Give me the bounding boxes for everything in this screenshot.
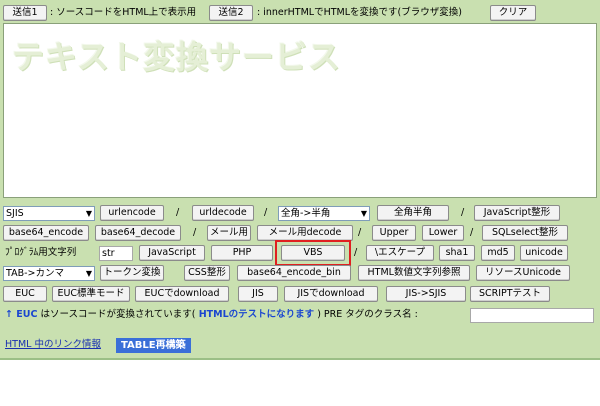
send1-description: : ソースコードをHTML上で表示用 [50,7,197,18]
status-text: はソースコードが変換されています( [37,309,196,320]
jis-to-sjis-button[interactable]: JIS->SJIS [386,286,466,302]
jis-download-button[interactable]: JISでdownload [284,286,378,302]
javascript-button[interactable]: JavaScript [139,245,205,261]
escape-button[interactable]: \エスケープ [366,245,434,261]
zenkaku-hankaku-button[interactable]: 全角半角 [377,205,449,221]
clear-button[interactable]: クリア [490,5,536,21]
mail-decode-button[interactable]: メール用decode [257,225,353,241]
urldecode-button[interactable]: urldecode [192,205,254,221]
token-convert-button[interactable]: トークン変換 [100,265,164,281]
send2-description: : innerHTMLでHTMLを変換です(ブラウザ変換) [257,7,462,18]
pre-class-input[interactable] [470,308,594,323]
separator: / [461,207,465,218]
encoding-select[interactable]: SJIS ▼ [3,206,95,221]
base64-decode-button[interactable]: base64_decode [95,225,181,241]
send1-button[interactable]: 送信1 [3,5,47,21]
program-string-label: ﾌﾟﾛｸﾞﾗﾑ用文字列 [5,247,77,258]
euc-standard-mode-button[interactable]: EUC標準モード [52,286,130,302]
base64-encode-button[interactable]: base64_encode [3,225,89,241]
separator: / [264,207,268,218]
sql-format-button[interactable]: SQLselect整形 [482,225,568,241]
css-format-button[interactable]: CSS整形 [184,265,230,281]
divider [0,358,600,360]
chevron-down-icon: ▼ [360,209,367,218]
pre-class-label: PRE タグのクラス名 : [323,309,418,320]
upper-button[interactable]: Upper [372,225,416,241]
lower-button[interactable]: Lower [422,225,464,241]
source-textarea[interactable]: テキスト変換サービス [3,23,597,198]
variable-name-input[interactable]: str [99,246,133,261]
highlight-box [275,240,351,266]
unicode-button[interactable]: unicode [520,245,568,261]
separator: / [470,227,474,238]
status-close: ) [314,309,324,320]
separator: / [354,247,358,258]
separator: / [193,227,197,238]
width-convert-select[interactable]: 全角->半角 ▼ [278,206,370,221]
status-line: ↑ EUC はソースコードが変換されています( HTMLのテストになります ) … [5,307,418,323]
html-numeric-button[interactable]: HTML数値文字列参照 [358,265,470,281]
resource-unicode-button[interactable]: リソースUnicode [476,265,570,281]
watermark-title: テキスト変換サービス [12,38,342,76]
jis-button[interactable]: JIS [238,286,278,302]
euc-button[interactable]: EUC [3,286,47,302]
tab-convert-select[interactable]: TAB->カンマ ▼ [3,266,95,281]
php-button[interactable]: PHP [211,245,273,261]
arrow-euc-label: ↑ EUC [5,309,38,320]
base64-encode-bin-button[interactable]: base64_encode_bin [237,265,351,281]
html-test-label: HTMLのテストになります [195,309,315,320]
send2-button[interactable]: 送信2 [209,5,253,21]
euc-download-button[interactable]: EUCでdownload [135,286,229,302]
script-test-button[interactable]: SCRIPTテスト [470,286,550,302]
md5-button[interactable]: md5 [481,245,515,261]
urlencode-button[interactable]: urlencode [100,205,164,221]
separator: / [358,227,362,238]
javascript-format-button[interactable]: JavaScript整形 [474,205,560,221]
separator: / [176,207,180,218]
html-link-info-link[interactable]: HTML 中のリンク情報 [5,337,101,353]
chevron-down-icon: ▼ [85,209,92,218]
sha1-button[interactable]: sha1 [439,245,475,261]
chevron-down-icon: ▼ [85,269,92,278]
mail-button[interactable]: メール用 [207,225,251,241]
table-rebuild-button[interactable]: TABLE再構築 [116,338,191,353]
